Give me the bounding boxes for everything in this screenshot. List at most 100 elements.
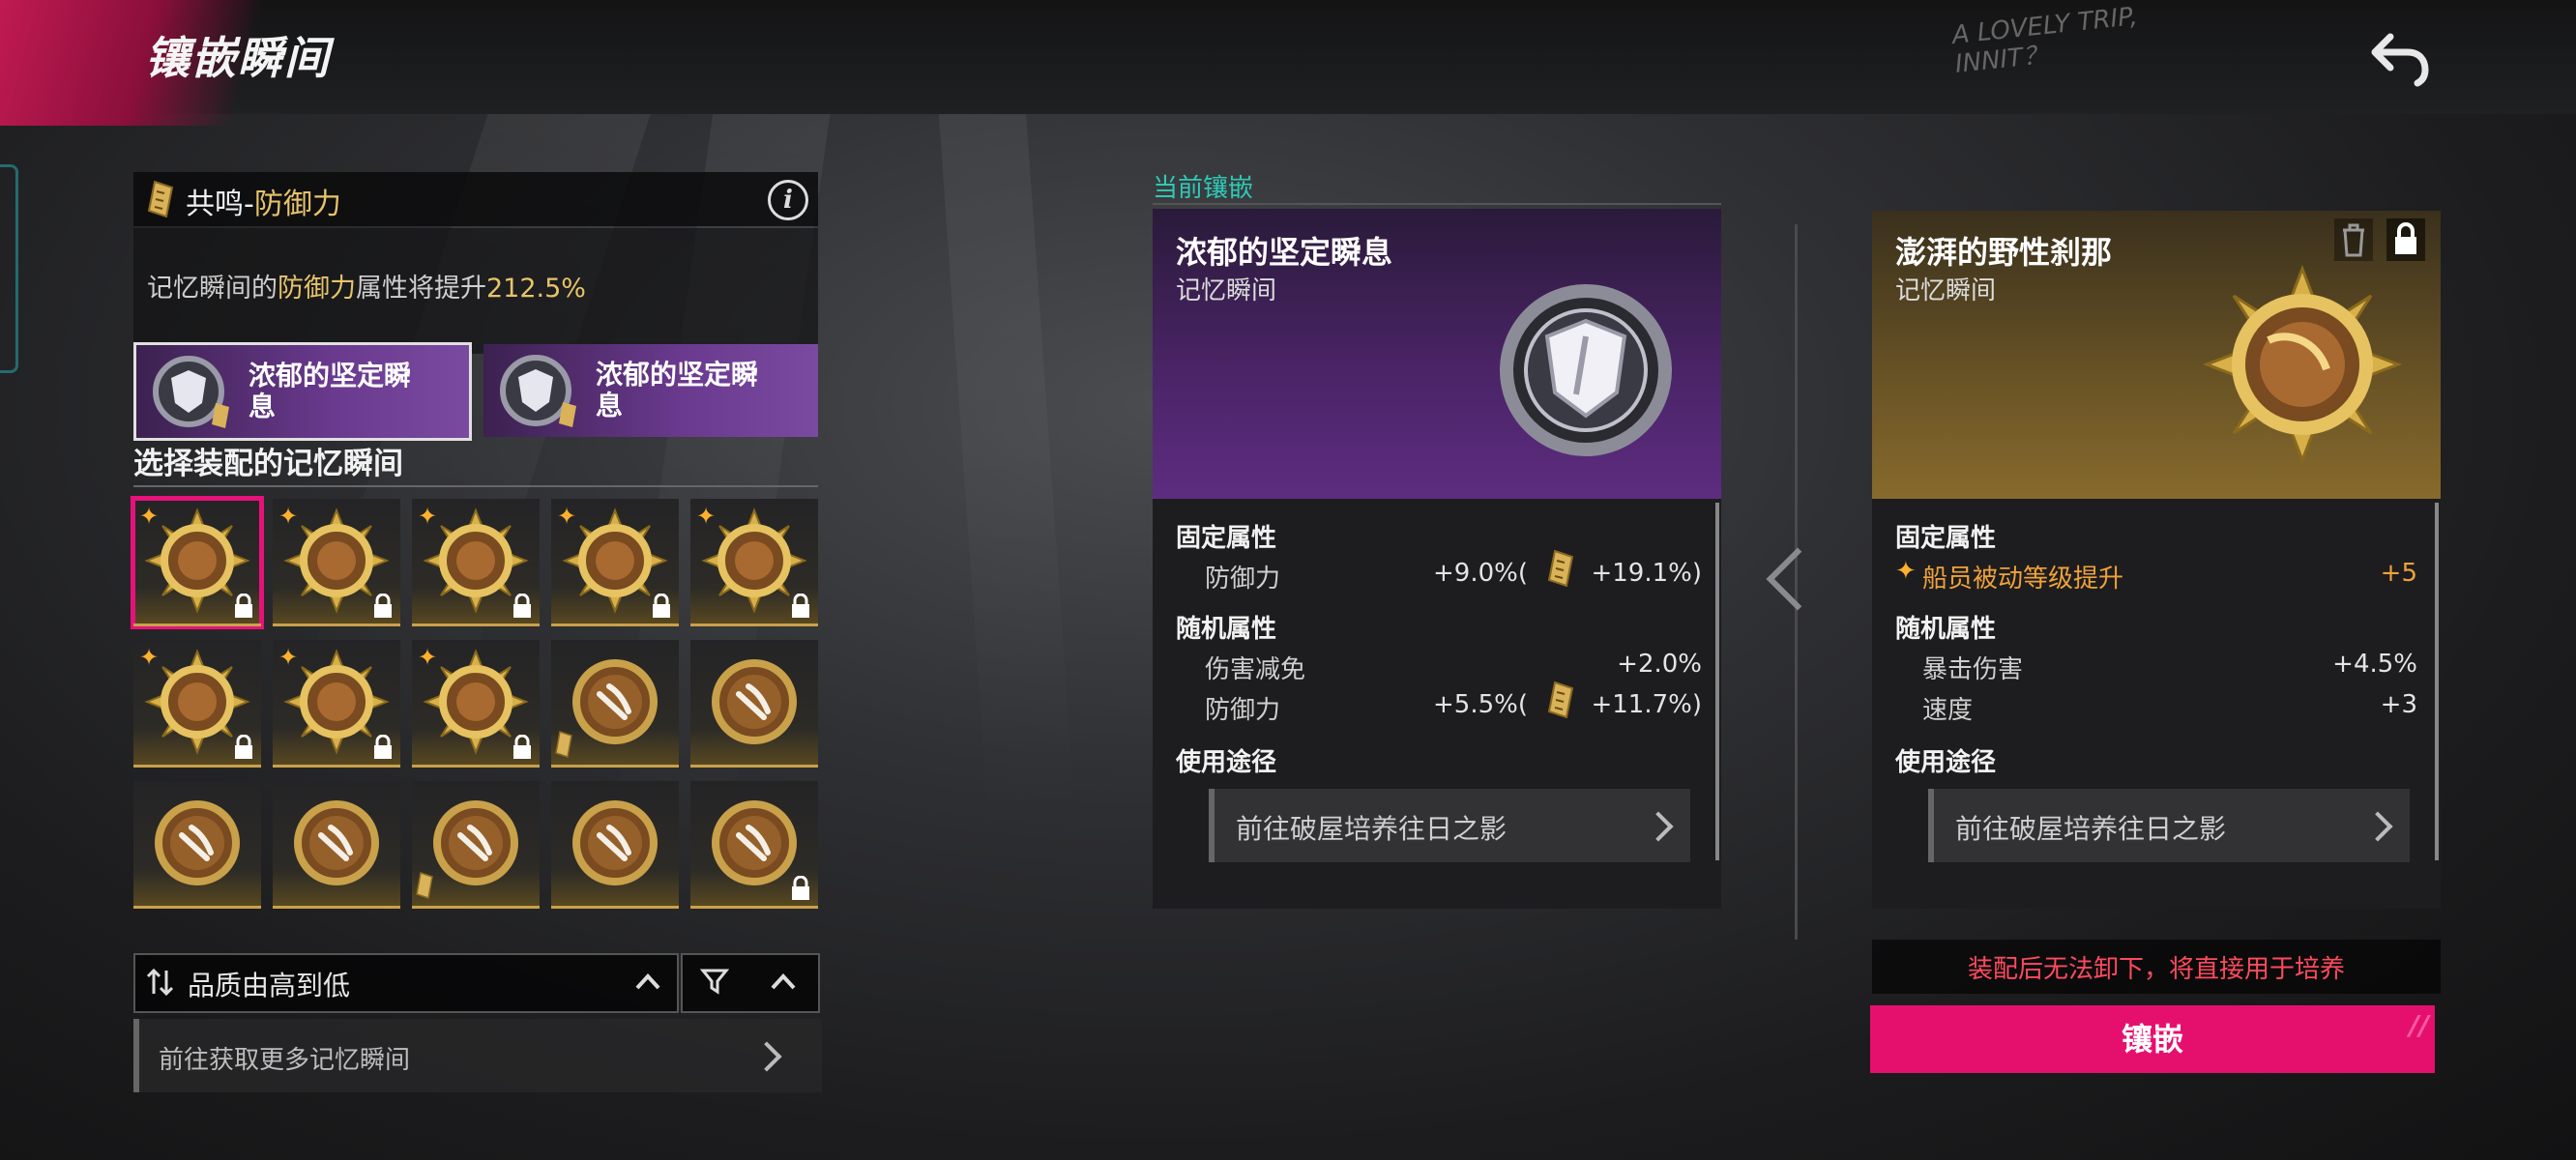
- filter-icon: [699, 967, 730, 996]
- sword-emblem-icon: [143, 789, 251, 901]
- attr-name: 防御力: [1205, 696, 1281, 725]
- star-icon: ✦: [278, 644, 299, 671]
- chevron-up-icon: [634, 971, 661, 992]
- usage-link[interactable]: 前往破屋培养往日之影: [1928, 789, 2410, 862]
- attr-value: +5: [2380, 559, 2417, 588]
- attr-value: +3: [2380, 690, 2417, 719]
- embed-button[interactable]: 镶嵌 //: [1870, 1005, 2435, 1073]
- current-label: 当前镶嵌: [1153, 174, 1254, 203]
- desc-value: 212.5%: [486, 274, 586, 304]
- attr-bonus: +19.1%): [1591, 559, 1702, 588]
- equipped-slot-2[interactable]: 浓郁的坚定瞬息: [483, 344, 818, 437]
- resonance-tag-icon: [147, 180, 174, 218]
- shield-gem-icon: [153, 356, 229, 428]
- lock-icon: [789, 593, 812, 619]
- random-attr-title: 随机属性: [1176, 615, 1277, 644]
- equipped-slot-1[interactable]: 浓郁的坚定瞬息: [133, 342, 472, 441]
- usage-title: 使用途径: [1176, 748, 1277, 777]
- attr-value: +2.0%: [1617, 650, 1702, 679]
- memory-item[interactable]: ✦: [412, 640, 540, 768]
- back-icon[interactable]: [2369, 27, 2431, 89]
- memory-item[interactable]: ✦: [690, 499, 818, 626]
- usage-link-label: 前往破屋培养往日之影: [1955, 813, 2227, 845]
- resonance-title: 共鸣-防御力: [186, 180, 341, 222]
- decor-slash: //: [2409, 1009, 2429, 1041]
- slot-2-name: 浓郁的坚定瞬息: [596, 359, 759, 421]
- candidate-type: 记忆瞬间: [1895, 276, 1997, 305]
- resonance-tag-icon: [416, 872, 433, 899]
- memory-item[interactable]: ✦: [412, 499, 540, 626]
- sword-emblem-icon: [422, 789, 530, 901]
- fixed-attr-title: 固定属性: [1176, 524, 1277, 553]
- memory-item[interactable]: ✦: [273, 499, 400, 626]
- memory-item[interactable]: [690, 781, 818, 909]
- memory-item[interactable]: ✦: [133, 640, 261, 768]
- desc-stat: 防御力: [278, 274, 356, 304]
- usage-link[interactable]: 前往破屋培养往日之影: [1209, 789, 1690, 862]
- attr-name: 伤害减免: [1205, 655, 1306, 684]
- memory-item[interactable]: ✦: [131, 496, 264, 629]
- chevron-right-icon: [1643, 811, 1674, 842]
- usage-link-label: 前往破屋培养往日之影: [1236, 813, 1508, 845]
- chevron-right-icon: [2362, 811, 2393, 842]
- divider: [133, 485, 818, 487]
- more-memories-label: 前往获取更多记忆瞬间: [159, 1046, 411, 1075]
- memory-item[interactable]: [133, 781, 261, 909]
- memory-item[interactable]: [690, 640, 818, 768]
- lock-icon: [511, 734, 534, 760]
- trash-icon[interactable]: [2334, 218, 2373, 261]
- resonance-tag-icon: [555, 731, 572, 758]
- attr-name: 船员被动等级提升: [1922, 565, 2124, 594]
- chevron-up-icon: [770, 971, 797, 992]
- resonance-description: 记忆瞬间的防御力属性将提升212.5%: [147, 267, 586, 304]
- resonance-tag-icon: [1547, 681, 1574, 719]
- memory-item[interactable]: [273, 781, 400, 909]
- lock-icon: [371, 593, 395, 619]
- side-tab[interactable]: [0, 164, 18, 373]
- memory-item[interactable]: [412, 781, 540, 909]
- shield-emblem-icon: [1500, 284, 1672, 456]
- random-attr-title: 随机属性: [1895, 615, 1997, 644]
- selection-title: 选择装配的记忆瞬间: [133, 447, 403, 481]
- attr-name: 防御力: [1205, 565, 1281, 594]
- memory-item[interactable]: ✦: [551, 499, 679, 626]
- attr-value: +9.0%(: [1433, 559, 1528, 588]
- lock-icon: [232, 734, 255, 760]
- memory-item[interactable]: ✦: [273, 640, 400, 768]
- star-icon: ✦: [278, 503, 299, 530]
- lock-icon[interactable]: [2386, 218, 2425, 261]
- usage-title: 使用途径: [1895, 748, 1997, 777]
- scrollbar[interactable]: [1715, 503, 1719, 860]
- golden-ring-emblem-icon: [2202, 264, 2403, 465]
- desc-mid: 属性将提升: [356, 274, 486, 304]
- star-icon: ✦: [139, 644, 160, 671]
- sword-emblem-icon: [282, 789, 391, 901]
- lock-icon: [232, 593, 255, 619]
- star-icon: ✦: [696, 503, 717, 530]
- star-icon: ✦: [418, 644, 438, 671]
- memory-item[interactable]: [551, 640, 679, 768]
- star-icon: ✦: [557, 503, 577, 530]
- sword-emblem-icon: [561, 789, 669, 901]
- lock-icon: [371, 734, 395, 760]
- top-bar: [0, 0, 2576, 126]
- memory-item[interactable]: [551, 781, 679, 909]
- attr-value: +4.5%: [2332, 650, 2417, 679]
- fixed-attr-title: 固定属性: [1895, 524, 1997, 553]
- scrollbar[interactable]: [2435, 503, 2439, 860]
- warning-text: 装配后无法卸下，将直接用于培养: [1967, 955, 2345, 984]
- current-name: 浓郁的坚定瞬息: [1176, 234, 1393, 271]
- attr-name: 暴击伤害: [1922, 655, 2024, 684]
- resonance-prefix: 共鸣-: [186, 188, 254, 221]
- divider: [1153, 203, 1721, 205]
- attr-value: +5.5%(: [1433, 690, 1528, 719]
- sort-label: 品质由高到低: [188, 970, 351, 1001]
- info-icon[interactable]: i: [768, 180, 808, 220]
- attr-name: 速度: [1922, 696, 1974, 725]
- sword-emblem-icon: [561, 648, 669, 760]
- lock-icon: [511, 593, 534, 619]
- sword-emblem-icon: [700, 648, 808, 760]
- chevron-left-icon: [1766, 547, 1830, 611]
- candidate-name: 澎湃的野性刹那: [1895, 234, 2113, 271]
- page-title: 镶嵌瞬间: [145, 32, 331, 84]
